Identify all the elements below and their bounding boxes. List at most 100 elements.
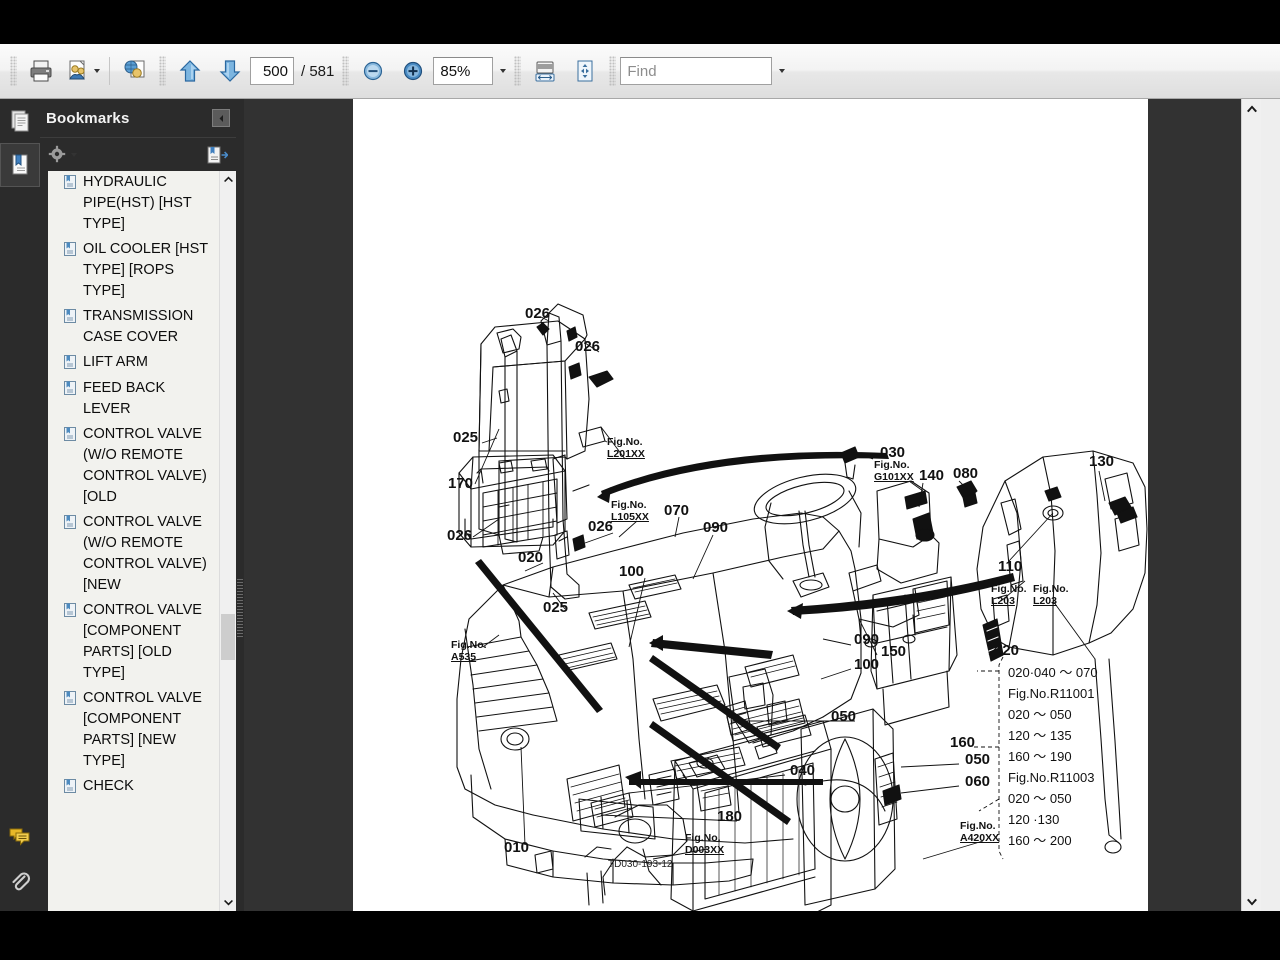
fig-note-value: G101XX [874,471,914,483]
spec-line: 160 ～ 200 [1008,833,1072,848]
zoom-input[interactable]: 85% [433,57,494,85]
document-scroll-down-button[interactable] [1242,893,1261,911]
bookmark-icon [64,309,77,328]
collapse-panel-button[interactable] [212,109,230,127]
bookmarks-scrollbar[interactable] [219,171,236,911]
fig-note-label: Fig.No. [960,820,996,832]
comments-panel-button[interactable] [0,815,40,859]
bookmark-item[interactable]: CHECK [48,774,220,800]
bookmarks-list[interactable]: [ROPS TYPE] HYDRAULIC PIPE(HST) [HST TYP… [48,171,236,911]
document-scroll-up-button[interactable] [1242,99,1261,117]
bookmark-item[interactable]: TRANSMISSION CASE COVER [48,304,220,350]
fig-note-label: Fig.No. [451,639,487,651]
bookmarks-scroll-up-button[interactable] [220,171,236,187]
splitter-grip[interactable] [237,579,243,639]
panel-splitter[interactable] [236,99,244,911]
find-input[interactable]: Find [620,57,773,85]
bookmark-item[interactable]: LIFT ARM [48,350,220,376]
toolbar-grip-2[interactable] [159,56,166,86]
fig-note-value: L203 [1033,595,1057,607]
bookmark-label: CONTROL VALVE [COMPONENT PARTS] [OLD TYP… [83,602,202,681]
bookmark-icon [64,242,77,261]
previous-page-icon [179,60,201,82]
fit-width-button[interactable] [525,52,565,90]
spec-line: 160 ～ 190 [1008,749,1072,764]
bookmark-icon [64,691,77,710]
chevron-down-icon [779,69,786,73]
bookmark-label: FEED BACK LEVER [83,380,166,417]
zoom-out-button[interactable] [353,52,393,90]
toolbar-grip[interactable] [10,56,17,86]
callout-026b: 026 [575,338,601,355]
zoom-dropdown-button[interactable] [493,57,510,85]
callout-090b: 090 [854,631,880,648]
save-copy-dropdown-caret[interactable] [94,69,100,73]
toolbar-grip-4[interactable] [514,56,522,86]
previous-page-button[interactable] [170,52,210,90]
bookmarks-toolbar [40,138,236,172]
bookmark-item[interactable]: HYDRAULIC PIPE(HST) [HST TYPE] [48,171,220,237]
toolbar-grip-3[interactable] [342,56,350,86]
zoom-value: 85% [440,62,471,80]
zoom-control[interactable]: 85% [433,57,510,85]
fig-note-a420xx: Fig.No. A420XX [960,820,999,844]
bookmark-item[interactable]: CONTROL VALVE (W/O REMOTE CONTROL VALVE)… [48,422,220,510]
callout-140: 140 [919,467,945,484]
callout-170: 170 [448,475,474,492]
zoom-in-button[interactable] [393,52,433,90]
bookmark-item[interactable]: CONTROL VALVE [COMPONENT PARTS] [NEW TYP… [48,686,220,774]
chevron-down-icon [1246,898,1257,905]
bookmark-icon [64,515,77,534]
chevron-down-icon [223,900,233,906]
callout-020: 020 [518,549,544,566]
find-dropdown-button[interactable] [772,57,789,85]
bookmark-item[interactable]: FEED BACK LEVER [48,376,220,422]
bookmark-item[interactable]: CONTROL VALVE (W/O REMOTE CONTROL VALVE)… [48,510,220,598]
page-count: / 581 [301,63,334,80]
pdf-page: 026 025 026 170 026 026 020 025 070 090 … [353,99,1148,911]
next-page-button[interactable] [210,52,250,90]
page-total-value: 581 [309,62,335,80]
bookmark-item[interactable]: CONTROL VALVE [COMPONENT PARTS] [OLD TYP… [48,598,220,686]
attachments-panel-button[interactable] [0,859,40,903]
bookmark-icon [64,175,77,194]
document-scrollbar[interactable] [1241,99,1261,911]
spec-line: 120 ～ 135 [1008,728,1072,743]
fig-note-value: A420XX [960,832,1000,844]
fig-note-l203-b: Fig.No. L203 [1033,583,1069,607]
bookmarks-panel-icon [12,154,28,175]
bookmarks-scroll-thumb[interactable] [221,614,235,660]
spec-line: Fig.No.R11003 [1008,770,1095,785]
bookmarks-header: Bookmarks [40,99,236,138]
bookmarks-scroll-down-button[interactable] [220,895,236,911]
spec-table: 020·040 ～ 070 Fig.No.R11001 020 ～ 050 12… [1008,662,1098,851]
bookmark-options-button[interactable] [46,143,79,167]
expand-current-bookmark-button[interactable] [204,143,230,167]
expand-bookmark-icon [207,146,228,164]
document-viewer[interactable]: 026 025 026 170 026 026 020 025 070 090 … [244,99,1261,911]
bookmarks-list-inner: [ROPS TYPE] HYDRAULIC PIPE(HST) [HST TYP… [48,171,220,800]
window-bottom-strip [0,911,1280,960]
bookmarks-panel-button[interactable] [0,143,40,187]
bookmark-label: OIL COOLER [HST TYPE] [ROPS TYPE] [83,241,208,299]
callout-110: 110 [998,558,1023,575]
toolbar-grip-5[interactable] [609,56,617,86]
pages-panel-button[interactable] [0,99,40,143]
navigation-rail [0,99,41,911]
fig-note-g101xx: Fig.No. G101XX [874,459,914,483]
save-copy-button[interactable] [61,52,104,90]
bookmark-item[interactable]: OIL COOLER [HST TYPE] [ROPS TYPE] [48,237,220,304]
bookmark-icon [64,355,77,374]
bookmark-label: LIFT ARM [83,354,148,370]
bookmark-label: TRANSMISSION CASE COVER [83,308,194,345]
gear-dropdown-caret[interactable] [71,153,77,157]
page-number-value: 500 [262,62,288,80]
fig-note-value: L203 [991,595,1015,607]
print-button[interactable] [21,52,61,90]
page-number-input[interactable]: 500 [250,57,294,85]
fit-page-button[interactable] [565,52,605,90]
callout-090a: 090 [703,519,729,536]
email-button[interactable] [115,52,155,90]
fig-note-l201xx: Fig.No. L201XX [607,436,645,460]
chevron-up-icon [223,176,233,182]
